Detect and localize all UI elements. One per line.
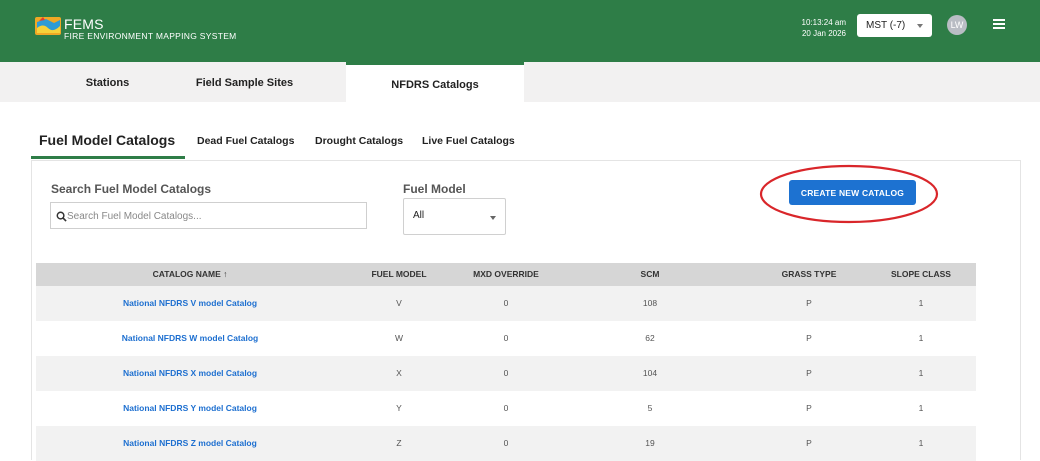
cell-fuel-model: Z	[396, 438, 402, 448]
cell-slope-class: 1	[918, 368, 924, 378]
tab-field-sample-sites[interactable]: Field Sample Sites	[172, 62, 317, 102]
main-tab-bar: Stations Field Sample Sites NFDRS Catalo…	[0, 62, 1040, 102]
cell-catalog-name[interactable]: National NFDRS Y model Catalog	[96, 391, 284, 426]
active-subtab-indicator	[31, 156, 185, 159]
column-header-fuel-model[interactable]: FUEL MODEL	[366, 263, 432, 286]
fuel-model-selected: All	[413, 210, 425, 221]
clock: 10:13:24 am 20 Jan 2026	[794, 17, 846, 39]
column-header-grass-type[interactable]: GRASS TYPE	[772, 263, 846, 286]
cell-fuel-model: Y	[396, 403, 402, 413]
clock-time: 10:13:24 am	[801, 18, 846, 27]
column-header-mxd-override[interactable]: MXD OVERRIDE	[454, 263, 558, 286]
table-row[interactable]: National NFDRS W model Catalog W 0 62 P 1	[36, 321, 976, 356]
hamburger-menu-icon[interactable]	[993, 19, 1005, 30]
fuel-model-label: Fuel Model	[403, 182, 466, 196]
subtab-drought-catalogs[interactable]: Drought Catalogs	[315, 135, 403, 147]
subtab-fuel-model-catalogs[interactable]: Fuel Model Catalogs	[39, 132, 175, 148]
table-row[interactable]: National NFDRS Z model Catalog Z 0 19 P 1	[36, 426, 976, 461]
cell-scm: 62	[645, 333, 655, 343]
cell-catalog-name[interactable]: National NFDRS W model Catalog	[96, 321, 284, 356]
table-row[interactable]: National NFDRS V model Catalog V 0 108 P 1	[36, 286, 976, 321]
timezone-select[interactable]: MST (-7)	[857, 14, 932, 37]
cell-scm: 19	[645, 438, 655, 448]
cell-grass-type: P	[806, 298, 812, 308]
cell-grass-type: P	[806, 368, 812, 378]
search-input[interactable]	[67, 207, 357, 225]
subtab-dead-fuel-catalogs[interactable]: Dead Fuel Catalogs	[197, 135, 294, 147]
cell-scm: 5	[647, 403, 653, 413]
search-label: Search Fuel Model Catalogs	[51, 182, 212, 196]
catalog-table: CATALOG NAME ↑ FUEL MODEL MXD OVERRIDE S…	[36, 263, 976, 461]
create-new-catalog-button[interactable]: CREATE NEW CATALOG	[789, 180, 916, 205]
cell-fuel-model: X	[396, 368, 402, 378]
table-row[interactable]: National NFDRS X model Catalog X 0 104 P 1	[36, 356, 976, 391]
chevron-down-icon	[917, 24, 923, 28]
column-header-catalog-name[interactable]: CATALOG NAME ↑	[116, 263, 264, 286]
cell-mxd-override: 0	[503, 438, 509, 448]
cell-grass-type: P	[806, 333, 812, 343]
cell-slope-class: 1	[918, 438, 924, 448]
table-body: National NFDRS V model Catalog V 0 108 P 1 Nat…	[36, 286, 976, 461]
chevron-down-icon	[490, 216, 496, 220]
fuel-model-select[interactable]: All	[403, 198, 506, 235]
timezone-value: MST (-7)	[866, 20, 906, 31]
cell-slope-class: 1	[918, 403, 924, 413]
tab-stations[interactable]: Stations	[50, 62, 165, 102]
cell-mxd-override: 0	[503, 403, 509, 413]
brand-subtitle: FIRE ENVIRONMENT MAPPING SYSTEM	[64, 31, 237, 41]
cell-slope-class: 1	[918, 333, 924, 343]
tab-nfdrs-catalogs[interactable]: NFDRS Catalogs	[346, 62, 524, 102]
column-header-scm[interactable]: SCM	[622, 263, 678, 286]
cell-scm: 104	[642, 368, 658, 378]
app-header: FEMS FIRE ENVIRONMENT MAPPING SYSTEM 10:…	[0, 0, 1040, 62]
cell-grass-type: P	[806, 438, 812, 448]
cell-mxd-override: 0	[503, 368, 509, 378]
cell-fuel-model: V	[396, 298, 402, 308]
cell-catalog-name[interactable]: National NFDRS Z model Catalog	[96, 426, 284, 461]
column-header-slope-class[interactable]: SLOPE CLASS	[876, 263, 966, 286]
table-header: CATALOG NAME ↑ FUEL MODEL MXD OVERRIDE S…	[36, 263, 976, 286]
table-row[interactable]: National NFDRS Y model Catalog Y 0 5 P 1	[36, 391, 976, 426]
cell-grass-type: P	[806, 403, 812, 413]
fems-logo-icon	[35, 17, 61, 35]
cell-scm: 108	[642, 298, 658, 308]
cell-catalog-name[interactable]: National NFDRS V model Catalog	[96, 286, 284, 321]
search-icon	[56, 211, 67, 222]
brand-title: FEMS	[64, 16, 104, 32]
cell-fuel-model: W	[394, 333, 404, 343]
cell-slope-class: 1	[918, 298, 924, 308]
cell-mxd-override: 0	[503, 298, 509, 308]
clock-date: 20 Jan 2026	[801, 29, 846, 38]
search-box[interactable]	[50, 202, 367, 229]
cell-catalog-name[interactable]: National NFDRS X model Catalog	[96, 356, 284, 391]
subtab-live-fuel-catalogs[interactable]: Live Fuel Catalogs	[422, 135, 515, 147]
user-avatar[interactable]: LW	[947, 15, 967, 35]
cell-mxd-override: 0	[503, 333, 509, 343]
